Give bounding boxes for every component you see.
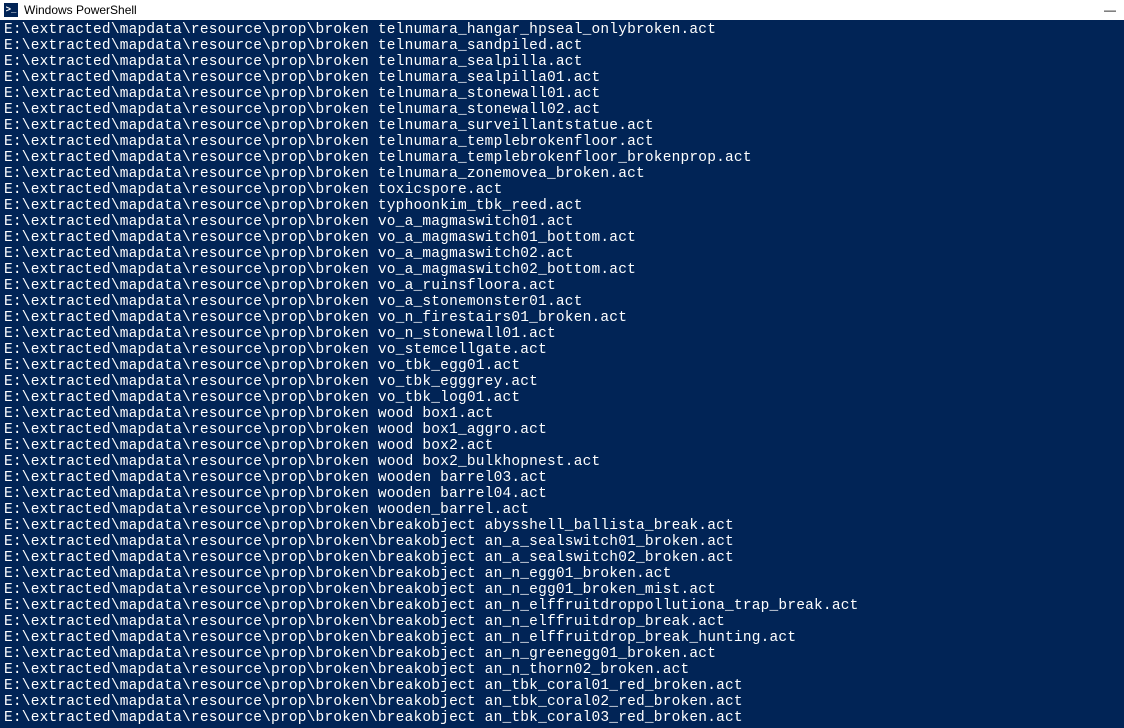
output-line: E:\extracted\mapdata\resource\prop\broke… [4, 358, 1120, 374]
titlebar[interactable]: >_ Windows PowerShell — [0, 0, 1124, 20]
window-title: Windows PowerShell [24, 3, 137, 17]
output-line: E:\extracted\mapdata\resource\prop\broke… [4, 166, 1120, 182]
output-line: E:\extracted\mapdata\resource\prop\broke… [4, 278, 1120, 294]
output-line: E:\extracted\mapdata\resource\prop\broke… [4, 102, 1120, 118]
output-line: E:\extracted\mapdata\resource\prop\broke… [4, 518, 1120, 534]
output-line: E:\extracted\mapdata\resource\prop\broke… [4, 150, 1120, 166]
output-line: E:\extracted\mapdata\resource\prop\broke… [4, 118, 1120, 134]
output-line: E:\extracted\mapdata\resource\prop\broke… [4, 54, 1120, 70]
output-line: E:\extracted\mapdata\resource\prop\broke… [4, 262, 1120, 278]
powershell-icon: >_ [4, 3, 18, 17]
output-line: E:\extracted\mapdata\resource\prop\broke… [4, 70, 1120, 86]
output-line: E:\extracted\mapdata\resource\prop\broke… [4, 582, 1120, 598]
output-line: E:\extracted\mapdata\resource\prop\broke… [4, 502, 1120, 518]
output-line: E:\extracted\mapdata\resource\prop\broke… [4, 294, 1120, 310]
output-line: E:\extracted\mapdata\resource\prop\broke… [4, 182, 1120, 198]
output-line: E:\extracted\mapdata\resource\prop\broke… [4, 662, 1120, 678]
output-line: E:\extracted\mapdata\resource\prop\broke… [4, 134, 1120, 150]
output-line: E:\extracted\mapdata\resource\prop\broke… [4, 374, 1120, 390]
output-line: E:\extracted\mapdata\resource\prop\broke… [4, 230, 1120, 246]
output-line: E:\extracted\mapdata\resource\prop\broke… [4, 22, 1120, 38]
output-line: E:\extracted\mapdata\resource\prop\broke… [4, 566, 1120, 582]
output-line: E:\extracted\mapdata\resource\prop\broke… [4, 598, 1120, 614]
output-line: E:\extracted\mapdata\resource\prop\broke… [4, 214, 1120, 230]
output-line: E:\extracted\mapdata\resource\prop\broke… [4, 422, 1120, 438]
output-line: E:\extracted\mapdata\resource\prop\broke… [4, 326, 1120, 342]
output-line: E:\extracted\mapdata\resource\prop\broke… [4, 630, 1120, 646]
output-line: E:\extracted\mapdata\resource\prop\broke… [4, 198, 1120, 214]
output-line: E:\extracted\mapdata\resource\prop\broke… [4, 38, 1120, 54]
output-line: E:\extracted\mapdata\resource\prop\broke… [4, 694, 1120, 710]
output-line: E:\extracted\mapdata\resource\prop\broke… [4, 646, 1120, 662]
output-line: E:\extracted\mapdata\resource\prop\broke… [4, 678, 1120, 694]
output-line: E:\extracted\mapdata\resource\prop\broke… [4, 86, 1120, 102]
output-line: E:\extracted\mapdata\resource\prop\broke… [4, 550, 1120, 566]
output-line: E:\extracted\mapdata\resource\prop\broke… [4, 310, 1120, 326]
output-line: E:\extracted\mapdata\resource\prop\broke… [4, 486, 1120, 502]
output-line: E:\extracted\mapdata\resource\prop\broke… [4, 246, 1120, 262]
window-controls: — [1104, 4, 1120, 16]
output-line: E:\extracted\mapdata\resource\prop\broke… [4, 342, 1120, 358]
output-line: E:\extracted\mapdata\resource\prop\broke… [4, 454, 1120, 470]
terminal-output[interactable]: E:\extracted\mapdata\resource\prop\broke… [0, 20, 1124, 728]
output-line: E:\extracted\mapdata\resource\prop\broke… [4, 614, 1120, 630]
output-line: E:\extracted\mapdata\resource\prop\broke… [4, 710, 1120, 726]
titlebar-left: >_ Windows PowerShell [4, 3, 137, 17]
minimize-button[interactable]: — [1104, 4, 1116, 16]
output-line: E:\extracted\mapdata\resource\prop\broke… [4, 534, 1120, 550]
output-line: E:\extracted\mapdata\resource\prop\broke… [4, 438, 1120, 454]
output-line: E:\extracted\mapdata\resource\prop\broke… [4, 406, 1120, 422]
output-line: E:\extracted\mapdata\resource\prop\broke… [4, 390, 1120, 406]
output-line: E:\extracted\mapdata\resource\prop\broke… [4, 470, 1120, 486]
